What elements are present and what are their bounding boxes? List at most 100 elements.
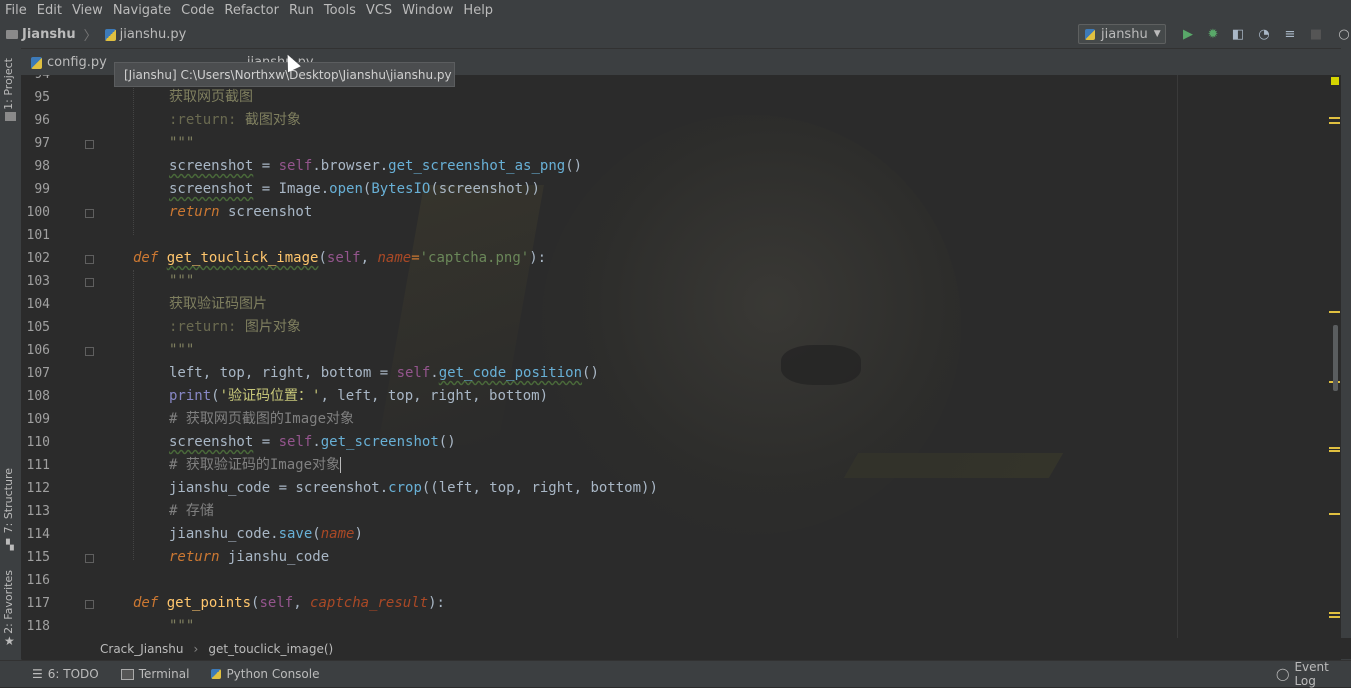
run-configuration-label: jianshu [1101, 26, 1148, 42]
code-token: def [133, 595, 159, 611]
tool-window-favorites[interactable]: 2: Favorites [2, 570, 15, 634]
breadcrumb-method[interactable]: get_touclick_image() [208, 642, 333, 656]
line-number: 101 [26, 228, 50, 243]
terminal-label: Terminal [138, 667, 190, 681]
warning-marker[interactable] [1329, 612, 1340, 614]
star-icon: ★ [4, 634, 15, 648]
run-configuration-select[interactable]: jianshu ▼ [1078, 24, 1166, 44]
background-image-shape [843, 453, 1064, 478]
code-line-111: # 获取验证码的Image对象 [169, 454, 342, 476]
tab-config-py[interactable]: config.py [21, 50, 117, 75]
menu-file[interactable]: File [0, 3, 32, 18]
todo-tool-button[interactable]: ☰ 6: TODO [32, 667, 99, 681]
warning-marker[interactable] [1329, 513, 1340, 515]
menu-view[interactable]: View [67, 3, 108, 18]
code-editor[interactable]: 94 95 96 97 98 99 100 101 102 103 104 10… [21, 75, 1331, 640]
line-number: 106 [26, 343, 50, 358]
warning-marker[interactable] [1329, 447, 1340, 449]
line-number: 110 [26, 435, 50, 450]
warning-marker[interactable] [1329, 117, 1340, 119]
code-token: ): [428, 595, 445, 611]
code-token: ): [529, 250, 547, 266]
list-icon: ☰ [32, 667, 43, 681]
right-margin-guide [1177, 75, 1178, 640]
breadcrumb-project[interactable]: Jianshu [22, 27, 76, 42]
python-console-tool-button[interactable]: Python Console [211, 667, 319, 681]
chevron-down-icon: ▼ [1153, 29, 1161, 39]
python-console-icon [211, 669, 222, 679]
code-token: crop [388, 480, 422, 496]
menu-refactor[interactable]: Refactor [219, 3, 284, 18]
navigation-bar: Jianshu 〉 jianshu.py jianshu ▼ ▶ ✹ ◧ ◔ ≡… [0, 21, 1351, 49]
code-token: '验证码位置：' [219, 388, 321, 404]
code-token: self [396, 365, 431, 381]
run-icon[interactable]: ▶ [1180, 26, 1196, 42]
line-number: 102 [26, 251, 50, 266]
code-token: = [253, 158, 279, 174]
python-file-icon [104, 28, 116, 41]
tool-window-project[interactable]: 1: Project [2, 58, 15, 110]
menu-edit[interactable]: Edit [32, 3, 67, 18]
profile-icon[interactable]: ◔ [1256, 26, 1272, 42]
doc-text: 图片对象 [244, 319, 301, 335]
event-log-label: Event Log [1294, 660, 1329, 688]
menu-help[interactable]: Help [458, 3, 498, 18]
line-number: 109 [26, 412, 50, 427]
line-number: 112 [26, 481, 50, 496]
code-token: (screenshot)) [430, 181, 540, 197]
fold-marker[interactable] [85, 554, 94, 563]
fold-marker[interactable] [85, 347, 94, 356]
debug-icon[interactable]: ✹ [1205, 26, 1221, 42]
warning-marker[interactable] [1329, 122, 1340, 124]
warning-marker[interactable] [1329, 616, 1340, 618]
coverage-icon[interactable]: ◧ [1230, 26, 1246, 42]
breadcrumb-file[interactable]: jianshu.py [120, 27, 187, 42]
menu-run[interactable]: Run [284, 3, 319, 18]
code-token: get_touclick_image [166, 250, 319, 266]
code-token: 'captcha.png' [419, 250, 530, 266]
code-line-110: screenshot = self.get_screenshot() [169, 431, 456, 453]
bottom-tool-bar: ☰ 6: TODO Terminal Python Console ◯ Even… [0, 660, 1351, 688]
menu-tools[interactable]: Tools [319, 3, 361, 18]
fold-marker[interactable] [85, 209, 94, 218]
menu-navigate[interactable]: Navigate [108, 3, 176, 18]
code-token: get_points [166, 595, 252, 611]
tool-window-structure[interactable]: 7: Structure [2, 468, 15, 533]
warning-marker[interactable] [1329, 450, 1340, 452]
code-line-112: jianshu_code = screenshot.crop((left, to… [169, 477, 658, 499]
code-token: ) [354, 526, 363, 542]
code-token: screenshot [169, 158, 254, 174]
code-token: name [377, 250, 412, 266]
error-stripe[interactable] [1328, 75, 1341, 640]
line-number: 113 [26, 504, 50, 519]
code-token: = [411, 250, 420, 266]
line-number: 114 [26, 527, 50, 542]
fold-marker[interactable] [85, 255, 94, 264]
fold-marker[interactable] [85, 600, 94, 609]
line-number-gutter: 94 95 96 97 98 99 100 101 102 103 104 10… [21, 75, 101, 640]
inspection-status-icon[interactable] [1331, 77, 1339, 85]
menu-vcs[interactable]: VCS [361, 3, 397, 18]
fold-marker[interactable] [85, 140, 94, 149]
code-token: return [169, 204, 220, 220]
terminal-tool-button[interactable]: Terminal [120, 667, 190, 681]
code-line-97: """ [169, 135, 195, 151]
scrollbar-thumb[interactable] [1333, 325, 1338, 391]
menu-code[interactable]: Code [176, 3, 219, 18]
menu-window[interactable]: Window [397, 3, 458, 18]
code-token: def [133, 250, 159, 266]
code-line-114: jianshu_code.save(name) [169, 523, 363, 545]
warning-marker[interactable] [1329, 311, 1340, 313]
line-number: 98 [34, 159, 50, 174]
code-line-104: 获取验证码图片 [169, 296, 267, 312]
event-log-tool-button[interactable]: ◯ Event Log [1276, 660, 1351, 688]
fold-marker[interactable] [85, 278, 94, 287]
stop-icon[interactable]: ■ [1308, 26, 1324, 42]
breadcrumb-class[interactable]: Crack_Jianshu [100, 642, 184, 656]
search-icon[interactable]: ○ [1336, 26, 1351, 42]
code-token: ( [318, 250, 327, 266]
line-number: 108 [26, 389, 50, 404]
concurrency-icon[interactable]: ≡ [1282, 26, 1298, 42]
code-token: open [329, 181, 363, 197]
